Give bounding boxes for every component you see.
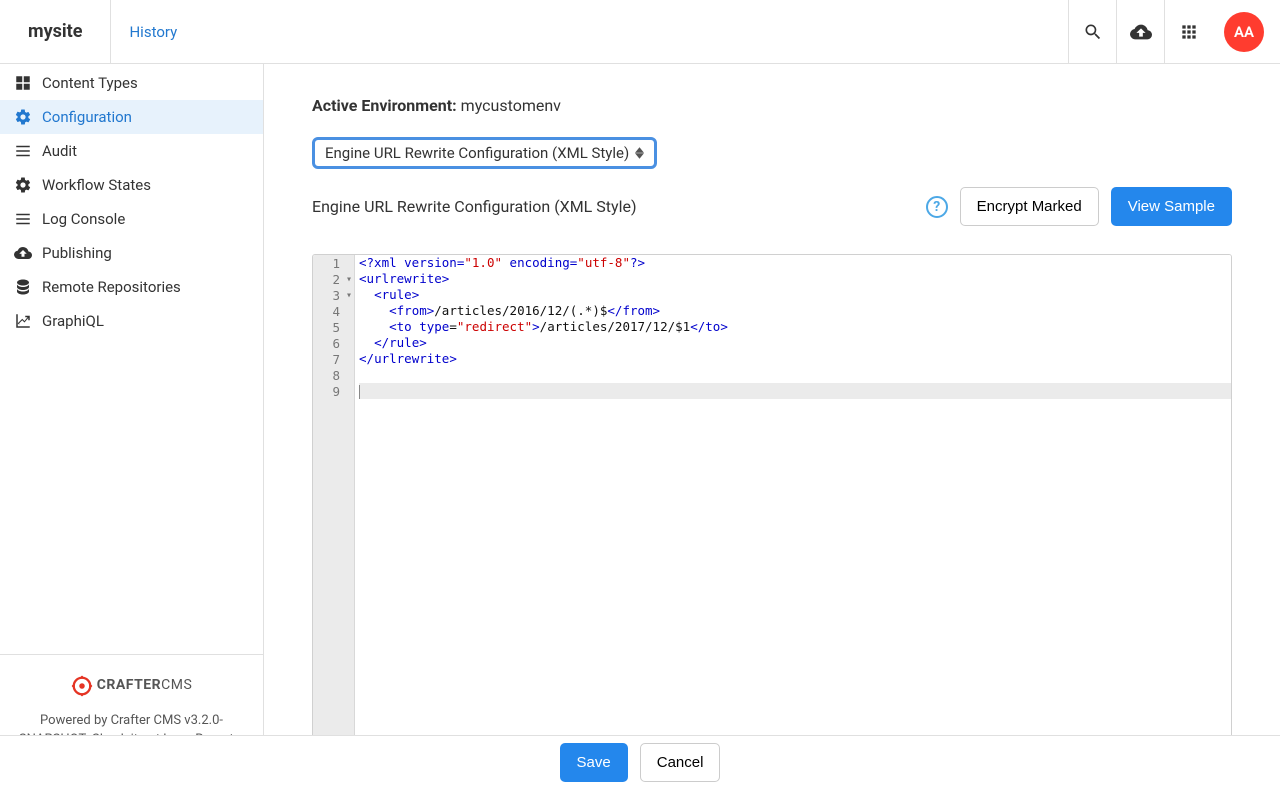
editor-gutter: 1 2▾ 3▾ 4 5 6 7 8 9: [313, 255, 355, 745]
apps-icon: [1179, 22, 1199, 42]
editor-code[interactable]: <?xml version="1.0" encoding="utf-8"?> <…: [355, 255, 1231, 745]
sidebar-item-label: Configuration: [42, 108, 132, 126]
logo: CRAFTERCMS: [14, 675, 249, 697]
gutter-line: 6: [313, 335, 354, 351]
fold-icon[interactable]: ▾: [346, 274, 352, 285]
sidebar-item-log-console[interactable]: Log Console: [0, 202, 263, 236]
sidebar-item-label: Publishing: [42, 244, 112, 262]
code-line: </urlrewrite>: [359, 351, 1231, 367]
gutter-line: 3▾: [313, 287, 354, 303]
bottom-action-bar: Save Cancel: [0, 735, 1280, 789]
help-icon[interactable]: ?: [926, 196, 948, 218]
select-value: Engine URL Rewrite Configuration (XML St…: [325, 144, 629, 162]
gutter-line: 8: [313, 367, 354, 383]
topbar-right: AA: [1068, 0, 1280, 63]
gutter-line: 7: [313, 351, 354, 367]
code-editor[interactable]: 1 2▾ 3▾ 4 5 6 7 8 9 <?xml version="1.0" …: [312, 254, 1232, 746]
sidebar-item-label: Log Console: [42, 210, 125, 228]
encrypt-marked-button[interactable]: Encrypt Marked: [960, 187, 1099, 226]
search-icon: [1083, 22, 1103, 42]
gutter-line: 9: [313, 383, 354, 399]
sidebar-item-label: Workflow States: [42, 176, 151, 194]
sidebar-nav: Content Types Configuration Audit Workfl…: [0, 64, 263, 654]
sidebar-item-graphiql[interactable]: GraphiQL: [0, 304, 263, 338]
avatar[interactable]: AA: [1224, 12, 1264, 52]
save-button[interactable]: Save: [560, 743, 628, 782]
sidebar-item-label: Audit: [42, 142, 77, 160]
gutter-line: 5: [313, 319, 354, 335]
gutter-line: 2▾: [313, 271, 354, 287]
logo-text: CRAFTERCMS: [97, 675, 193, 696]
config-header-row: Engine URL Rewrite Configuration (XML St…: [312, 187, 1232, 226]
crafter-logo-icon: [71, 675, 93, 697]
search-button[interactable]: [1068, 0, 1116, 63]
topbar-left: mysite History: [0, 0, 195, 63]
cursor: [359, 385, 360, 399]
database-icon: [14, 278, 32, 296]
publish-button[interactable]: [1116, 0, 1164, 63]
sidebar-item-configuration[interactable]: Configuration: [0, 100, 263, 134]
cancel-button[interactable]: Cancel: [640, 743, 721, 782]
sidebar-item-audit[interactable]: Audit: [0, 134, 263, 168]
sidebar-item-content-types[interactable]: Content Types: [0, 66, 263, 100]
sidebar-item-label: Content Types: [42, 74, 138, 92]
cloud-upload-icon: [1130, 21, 1152, 43]
code-line: </rule>: [359, 335, 1231, 351]
active-environment: Active Environment: mycustomenv: [312, 96, 1232, 115]
sidebar-item-label: Remote Repositories: [42, 278, 181, 296]
gear-icon: [14, 176, 32, 194]
main-panel: Active Environment: mycustomenv Engine U…: [264, 64, 1280, 789]
sidebar-item-publishing[interactable]: Publishing: [0, 236, 263, 270]
apps-button[interactable]: [1164, 0, 1212, 63]
list-icon: [14, 142, 32, 160]
history-link[interactable]: History: [111, 0, 195, 63]
sidebar-item-label: GraphiQL: [42, 312, 104, 330]
config-label: Engine URL Rewrite Configuration (XML St…: [312, 197, 637, 216]
select-arrows-icon: [635, 147, 644, 159]
gutter-line: 1: [313, 255, 354, 271]
gear-icon: [14, 108, 32, 126]
code-line: <rule>: [359, 287, 1231, 303]
gutter-line: 4: [313, 303, 354, 319]
configuration-select[interactable]: Engine URL Rewrite Configuration (XML St…: [312, 137, 657, 169]
sidebar-item-workflow-states[interactable]: Workflow States: [0, 168, 263, 202]
code-line: <urlrewrite>: [359, 271, 1231, 287]
chart-line-icon: [14, 312, 32, 330]
cloud-upload-icon: [14, 244, 32, 262]
sidebar: Content Types Configuration Audit Workfl…: [0, 64, 264, 789]
config-actions: ? Encrypt Marked View Sample: [926, 187, 1232, 226]
code-line: <to type="redirect">/articles/2017/12/$1…: [359, 319, 1231, 335]
site-name[interactable]: mysite: [0, 0, 111, 63]
code-line: <?xml version="1.0" encoding="utf-8"?>: [359, 255, 1231, 271]
grid-icon: [14, 74, 32, 92]
sidebar-item-remote-repositories[interactable]: Remote Repositories: [0, 270, 263, 304]
list-icon: [14, 210, 32, 228]
code-line: [359, 367, 1231, 383]
code-line-current: [359, 383, 1231, 399]
view-sample-button[interactable]: View Sample: [1111, 187, 1232, 226]
fold-icon[interactable]: ▾: [346, 290, 352, 301]
code-line: <from>/articles/2016/12/(.*)$</from>: [359, 303, 1231, 319]
topbar: mysite History AA: [0, 0, 1280, 64]
